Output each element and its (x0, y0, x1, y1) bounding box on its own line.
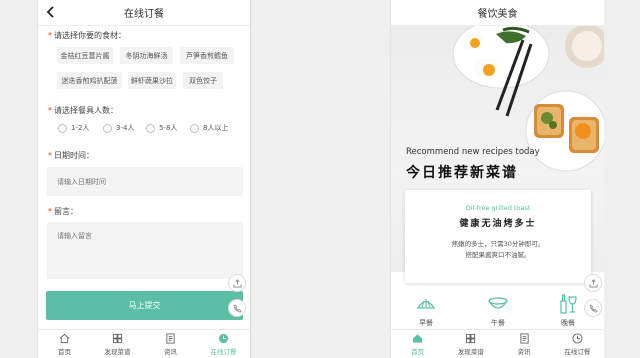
order-screen: 在线订餐 * 请选择你要的食材： 金桔红豆薏片酱 冬阴功海鲜汤 芦笋香煎鳕鱼 迷迭… (37, 0, 251, 358)
ingredient-chip[interactable]: 冬阴功海鲜汤 (120, 47, 173, 64)
tab-label: 在线订餐 (210, 347, 237, 356)
ingredient-chip[interactable]: 迷迭香煎鸡扒配菠 (57, 72, 122, 89)
tab-bar: 首页 发现菜谱 资讯 在线订餐 (391, 329, 604, 358)
people-label: * 请选择餐具人数： (48, 106, 118, 115)
tab-home[interactable]: 首页 (391, 330, 444, 358)
ingredient-chip[interactable]: 芦笋香煎鳕鱼 (180, 47, 234, 64)
people-option-radio[interactable]: 8人以上 (190, 123, 228, 133)
tab-order[interactable]: 在线订餐 (197, 330, 250, 358)
grid-icon (112, 333, 123, 343)
tab-label: 资讯 (517, 347, 531, 356)
ingredient-label: * 请选择你要的食材： (48, 31, 126, 40)
page-title: 餐饮美食 (477, 9, 518, 20)
radio-circle-icon (146, 123, 155, 133)
ingredient-chip[interactable]: 鲜虾蔬果沙拉 (128, 72, 176, 89)
submit-button[interactable]: 马上提交 (46, 291, 243, 320)
ingredient-chip[interactable]: 双色饺子 (183, 72, 223, 89)
category-label: 早餐 (419, 319, 433, 327)
people-option-radio[interactable]: 1-2人 (58, 123, 89, 133)
category-label: 午餐 (491, 319, 505, 327)
share-icon[interactable] (228, 274, 246, 292)
tab-label: 发现菜谱 (457, 347, 484, 356)
tab-bar: 首页 发现菜谱 资讯 在线订餐 (38, 329, 250, 358)
hero-subtitle: Recommend new recipes today (406, 147, 540, 157)
people-option-radio[interactable]: 3-4人 (103, 123, 134, 133)
card-subtitle: Oil-free grilled toast (465, 204, 531, 212)
tab-label: 在线订餐 (564, 347, 591, 356)
food-screen: 餐饮美食 Recommend new recipes today 今日推荐新菜谱… (390, 0, 604, 358)
phone-icon[interactable] (584, 299, 602, 317)
tab-label: 首页 (58, 347, 71, 356)
page-title: 在线订餐 (124, 9, 164, 20)
clock-icon (218, 333, 229, 343)
bowl-icon (488, 297, 508, 309)
category-dinner[interactable]: 晚餐 (557, 293, 579, 328)
radio-circle-icon (190, 123, 199, 133)
tab-label: 发现菜谱 (104, 347, 131, 356)
tab-order[interactable]: 在线订餐 (551, 330, 604, 358)
grid-icon (466, 333, 476, 343)
home-icon (413, 333, 423, 343)
tab-home[interactable]: 首页 (38, 330, 91, 358)
date-label: * 日期时间： (48, 151, 94, 160)
tab-label: 首页 (411, 347, 425, 356)
share-icon[interactable] (584, 274, 602, 292)
document-icon (520, 332, 529, 344)
date-input[interactable] (47, 167, 243, 196)
document-icon (166, 332, 175, 344)
tab-news[interactable]: 资讯 (498, 330, 551, 358)
tab-label: 资讯 (164, 347, 177, 356)
order-header: 在线订餐 (38, 0, 250, 26)
radio-circle-icon (103, 123, 112, 133)
hero-title: 今日推荐新菜谱 (406, 165, 518, 181)
wine-icon (560, 294, 577, 314)
category-breakfast[interactable]: 早餐 (415, 293, 437, 328)
food-header: 餐饮美食 (391, 0, 604, 26)
back-arrow-icon[interactable] (44, 5, 58, 19)
card-description: 焦嫩的多士，只需30分钟即可。 搭配果酱爽口不油腻。 (451, 240, 545, 259)
card-title: 健康无油烤多士 (459, 219, 537, 229)
tab-recipes[interactable]: 发现菜谱 (444, 330, 497, 358)
radio-circle-icon (58, 123, 67, 133)
tab-recipes[interactable]: 发现菜谱 (91, 330, 144, 358)
clock-icon (572, 332, 583, 344)
message-label: * 留言： (48, 207, 78, 216)
category-label: 晚餐 (561, 319, 575, 327)
ingredient-chip[interactable]: 金桔红豆薏片酱 (57, 47, 113, 64)
recipe-card[interactable]: Oil-free grilled toast 健康无油烤多士 焦嫩的多士，只需3… (405, 190, 591, 283)
people-option-radio[interactable]: 5-8人 (146, 123, 177, 133)
phone-icon[interactable] (228, 299, 246, 317)
bread-icon (416, 299, 436, 309)
tab-news[interactable]: 资讯 (144, 330, 197, 358)
category-lunch[interactable]: 午餐 (487, 293, 509, 328)
message-textarea[interactable] (47, 222, 243, 279)
home-icon (59, 333, 70, 343)
